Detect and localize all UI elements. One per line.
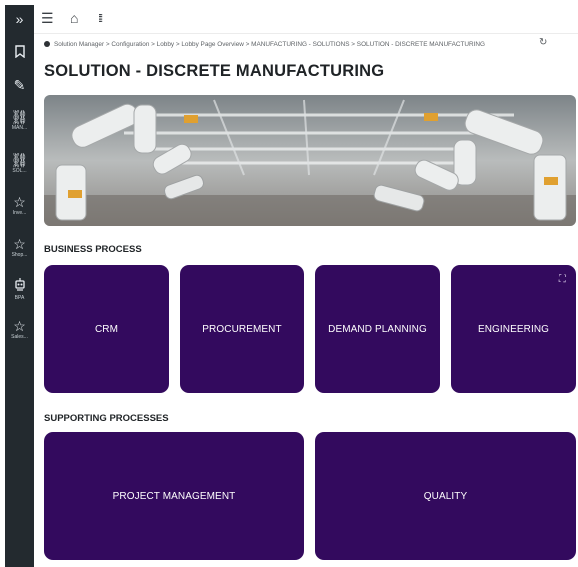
sidebar-item-solutions[interactable]: ⛓ SOL... — [5, 152, 34, 174]
breadcrumb-root-icon[interactable] — [44, 40, 50, 47]
sidebar-item-bpa[interactable]: BPA — [5, 277, 34, 301]
tile-demand-planning[interactable]: DEMAND PLANNING — [315, 265, 440, 393]
refresh-icon[interactable]: ↻ — [539, 37, 547, 48]
pencil-icon: ✎ — [13, 77, 26, 93]
sidebar-item-shop[interactable]: ☆ Shop... — [5, 236, 34, 258]
sidebar-item-manufacturing[interactable]: ⛓ MAN... — [5, 109, 34, 131]
tile-label: PROCUREMENT — [202, 323, 282, 335]
breadcrumb[interactable]: Solution Manager > Configuration > Lobby… — [44, 39, 564, 51]
supporting-processes-heading: SUPPORTING PROCESSES — [44, 413, 169, 424]
tile-procurement[interactable]: PROCUREMENT — [180, 265, 304, 393]
left-navigation-rail: » ✎ ⛓ MAN... ⛓ SOL... ☆ Inve... ☆ Shop..… — [5, 5, 34, 567]
sidebar-item-label: Inve... — [12, 210, 27, 216]
sidebar-item-label: BPA — [14, 295, 25, 301]
apps-grid-icon[interactable]: ⁞⁞⁞ — [98, 11, 103, 27]
expand-icon[interactable]: ⛶ — [559, 275, 566, 285]
breadcrumb-text[interactable]: Solution Manager > Configuration > Lobby… — [54, 41, 485, 48]
home-icon[interactable]: ⌂ — [70, 10, 78, 26]
business-process-heading: BUSINESS PROCESS — [44, 244, 142, 255]
star-icon: ☆ — [13, 236, 26, 252]
page-title: SOLUTION - DISCRETE MANUFACTURING — [44, 62, 385, 80]
sidebar-item-sales[interactable]: ☆ Sales... — [5, 318, 34, 340]
star-icon: ☆ — [13, 194, 26, 210]
top-bar: ☰ ⌂ ⁞⁞⁞ — [34, 5, 578, 34]
banner-image — [44, 95, 576, 226]
edit-button[interactable]: ✎ — [5, 77, 34, 93]
double-chevron-right-icon: » — [15, 11, 24, 27]
network-icon: ⛓ — [10, 152, 29, 168]
tile-engineering[interactable]: ⛶ ENGINEERING — [451, 265, 576, 393]
tile-label: CRM — [94, 323, 119, 335]
tile-quality[interactable]: QUALITY — [315, 432, 576, 560]
sidebar-item-label: Shop... — [11, 252, 28, 258]
tile-label: QUALITY — [423, 490, 468, 502]
factory-robots-image — [44, 95, 576, 226]
tile-label: DEMAND PLANNING — [328, 323, 427, 335]
bookmark-icon — [5, 45, 34, 62]
bookmark-button[interactable] — [5, 45, 34, 62]
sidebar-item-inventory[interactable]: ☆ Inve... — [5, 194, 34, 216]
tile-label: PROJECT MANAGEMENT — [112, 490, 236, 502]
expand-rail-button[interactable]: » — [5, 11, 34, 27]
tile-project-management[interactable]: PROJECT MANAGEMENT — [44, 432, 304, 560]
star-icon: ☆ — [13, 318, 26, 334]
hamburger-menu-icon[interactable]: ☰ — [41, 10, 54, 26]
robot-icon — [5, 277, 34, 295]
tile-label: ENGINEERING — [477, 323, 550, 335]
sidebar-item-label: Sales... — [11, 334, 28, 340]
sidebar-item-label: SOL... — [12, 168, 27, 174]
sidebar-item-label: MAN... — [11, 125, 28, 131]
tile-crm[interactable]: CRM — [44, 265, 169, 393]
network-icon: ⛓ — [10, 109, 29, 125]
